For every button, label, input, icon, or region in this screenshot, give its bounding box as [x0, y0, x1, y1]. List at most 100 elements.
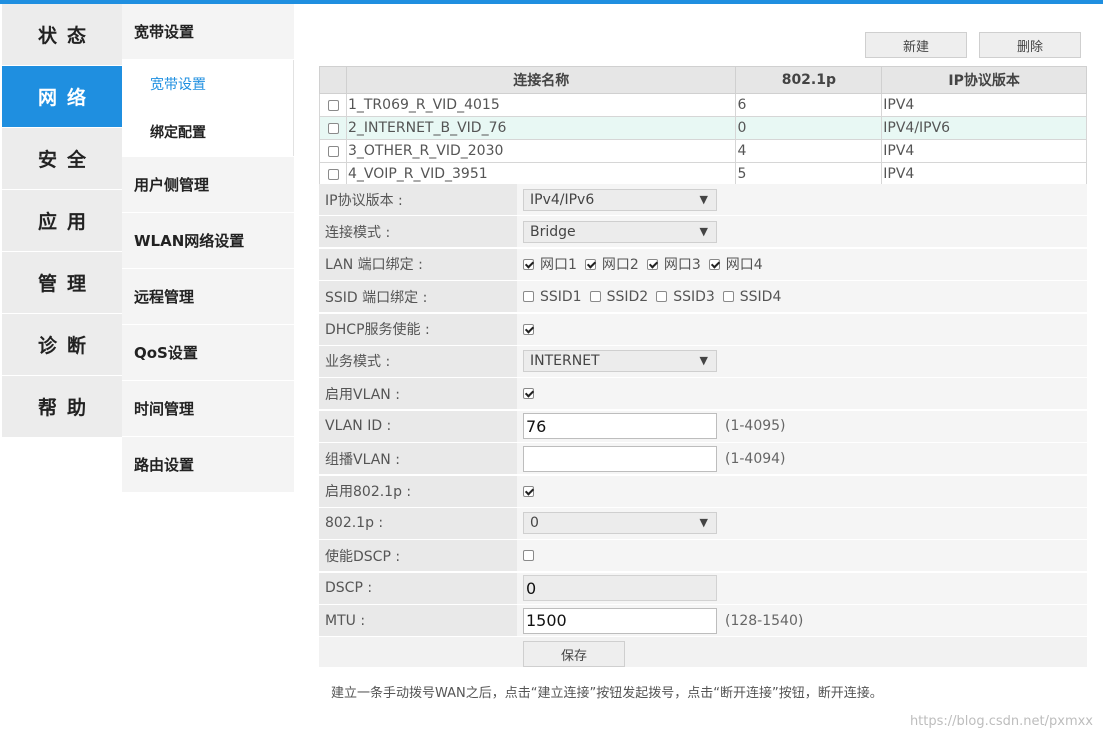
wan-config-form: IP协议版本 : IPv4/IPv6 ▼ 连接模式 : Bridge ▼ LAN 端… [319, 184, 1087, 668]
dhcp-checkbox[interactable] [523, 323, 534, 335]
enable-dscp-label: 使能DSCP : [319, 540, 517, 572]
ssid2-label: SSID2 [606, 288, 649, 305]
ssid1-checkbox[interactable] [523, 291, 534, 303]
conn-mode-select[interactable]: Bridge ▼ [523, 220, 717, 243]
ip-version-value: IPv4/IPv6 [530, 191, 595, 208]
ssid2-checkbox[interactable] [589, 291, 601, 303]
ip-version-label: IP协议版本 : [319, 184, 517, 215]
row-conn-name: 4_VOIP_R_VID_3951 [345, 162, 737, 186]
ssid4-label: SSID4 [739, 288, 782, 305]
subnav-time[interactable]: 时间管理 [122, 381, 294, 436]
row-conn-name: 1_TR069_R_VID_4015 [345, 93, 737, 117]
subnav-route[interactable]: 路由设置 [122, 437, 294, 492]
lan-bind-label: LAN 端口绑定 : [319, 248, 517, 280]
delete-button[interactable]: 删除 [979, 32, 1081, 58]
main-nav-help[interactable]: 帮助 [2, 376, 122, 437]
multicast-vlan-label: 组播VLAN : [319, 443, 517, 475]
lan-port-3-checkbox[interactable] [646, 258, 658, 270]
dscp-input: 0 [523, 575, 717, 602]
connection-table: 连接名称 802.1p IP协议版本 1_TR069_R_VID_4015 6 … [319, 66, 1087, 186]
ssid4-checkbox[interactable] [722, 291, 734, 303]
mtu-hint: (128-1540) [725, 612, 804, 629]
row-checkbox[interactable] [327, 99, 339, 111]
lan-port-group: 网口1 网口2 网口3 网口4 [517, 248, 1087, 280]
row-conn-name: 2_INTERNET_B_VID_76 [345, 116, 737, 140]
subnav-wlan[interactable]: WLAN网络设置 [122, 213, 294, 268]
subnav-remote[interactable]: 远程管理 [122, 269, 294, 324]
8021p-label: 802.1p : [319, 507, 517, 539]
8021p-select[interactable]: 0 ▼ [523, 512, 717, 535]
header-8021p: 802.1p [735, 66, 883, 94]
save-row: 保存 [319, 637, 1087, 668]
mtu-label: MTU : [319, 605, 517, 637]
main-nav: 状态 网络 安全 应用 管理 诊断 帮助 [2, 4, 122, 438]
conn-mode-value: Bridge [530, 223, 576, 240]
dhcp-label: DHCP服务使能 : [319, 313, 517, 345]
chevron-down-icon: ▼ [699, 516, 708, 530]
row-8021p: 0 [735, 116, 883, 140]
service-mode-value: INTERNET [530, 353, 600, 370]
mtu-input[interactable]: 1500 [523, 607, 717, 634]
save-button[interactable]: 保存 [523, 641, 625, 668]
enable-vlan-checkbox[interactable] [523, 388, 534, 400]
lan-port-4-label: 网口4 [725, 257, 763, 274]
chevron-down-icon: ▼ [699, 224, 708, 238]
table-row[interactable]: 4_VOIP_R_VID_3951 5 IPV4 [319, 162, 1087, 186]
ssid-group: SSID1 SSID2 SSID3 SSID4 [517, 281, 1087, 313]
ip-version-select[interactable]: IPv4/IPv6 ▼ [523, 188, 717, 211]
row-8021p: 4 [735, 139, 883, 163]
8021p-value: 0 [530, 515, 539, 532]
header-ip-version: IP协议版本 [881, 66, 1087, 94]
multicast-vlan-hint: (1-4094) [725, 450, 786, 467]
header-conn-name: 连接名称 [345, 66, 737, 94]
main-nav-network[interactable]: 网络 [2, 66, 122, 127]
ssid1-label: SSID1 [540, 288, 582, 305]
chevron-down-icon: ▼ [699, 354, 708, 368]
table-row[interactable]: 2_INTERNET_B_VID_76 0 IPV4/IPV6 [319, 116, 1087, 140]
row-checkbox[interactable] [327, 122, 339, 134]
main-nav-security[interactable]: 安全 [2, 128, 122, 189]
row-8021p: 6 [735, 93, 883, 117]
row-checkbox[interactable] [327, 168, 339, 180]
row-conn-name: 3_OTHER_R_VID_2030 [345, 139, 737, 163]
enable-8021p-checkbox[interactable] [523, 485, 534, 497]
watermark: https://blog.csdn.net/pxmxx [909, 714, 1093, 729]
help-note: 建立一条手动拨号WAN之后，点击“建立连接”按钮发起拨号，点击“断开连接”按钮，… [331, 686, 883, 701]
main-nav-status[interactable]: 状态 [2, 4, 122, 65]
sub-nav: 宽带设置 宽带设置 绑定配置 用户侧管理 WLAN网络设置 远程管理 QoS设置… [122, 4, 294, 493]
lan-port-2-label: 网口2 [601, 257, 639, 274]
table-header: 连接名称 802.1p IP协议版本 [319, 66, 1087, 94]
dscp-label: DSCP : [319, 572, 517, 604]
lan-port-1-label: 网口1 [540, 257, 577, 274]
enable-vlan-label: 启用VLAN : [319, 378, 517, 410]
subnav-broadband-children: 宽带设置 绑定配置 [134, 60, 294, 156]
subnav-binding-config[interactable]: 绑定配置 [134, 108, 293, 156]
main-nav-management[interactable]: 管理 [2, 252, 122, 313]
lan-port-4-checkbox[interactable] [708, 258, 720, 270]
subnav-user-side[interactable]: 用户侧管理 [122, 157, 294, 212]
vlan-id-input[interactable]: 76 [523, 413, 717, 440]
row-checkbox[interactable] [327, 145, 339, 157]
service-mode-select[interactable]: INTERNET ▼ [523, 350, 717, 373]
row-ip-version: IPV4 [881, 93, 1087, 117]
new-button[interactable]: 新建 [865, 32, 967, 58]
table-row[interactable]: 3_OTHER_R_VID_2030 4 IPV4 [319, 139, 1087, 163]
header-select [319, 66, 347, 94]
enable-8021p-label: 启用802.1p : [319, 475, 517, 507]
lan-port-1-checkbox[interactable] [523, 258, 534, 270]
main-nav-diagnosis[interactable]: 诊断 [2, 314, 122, 375]
main-nav-application[interactable]: 应用 [2, 190, 122, 251]
table-row[interactable]: 1_TR069_R_VID_4015 6 IPV4 [319, 93, 1087, 117]
lan-port-2-checkbox[interactable] [584, 258, 596, 270]
multicast-vlan-input[interactable] [523, 445, 717, 472]
ssid-bind-label: SSID 端口绑定 : [319, 281, 517, 313]
enable-dscp-checkbox[interactable] [523, 550, 534, 562]
subnav-qos[interactable]: QoS设置 [122, 325, 294, 380]
chevron-down-icon: ▼ [699, 192, 708, 206]
subnav-broadband[interactable]: 宽带设置 [122, 4, 294, 59]
conn-mode-label: 连接模式 : [319, 216, 517, 248]
ssid3-checkbox[interactable] [656, 291, 668, 303]
row-ip-version: IPV4 [881, 162, 1087, 186]
row-ip-version: IPV4 [881, 139, 1087, 163]
subnav-broadband-settings[interactable]: 宽带设置 [134, 60, 293, 108]
